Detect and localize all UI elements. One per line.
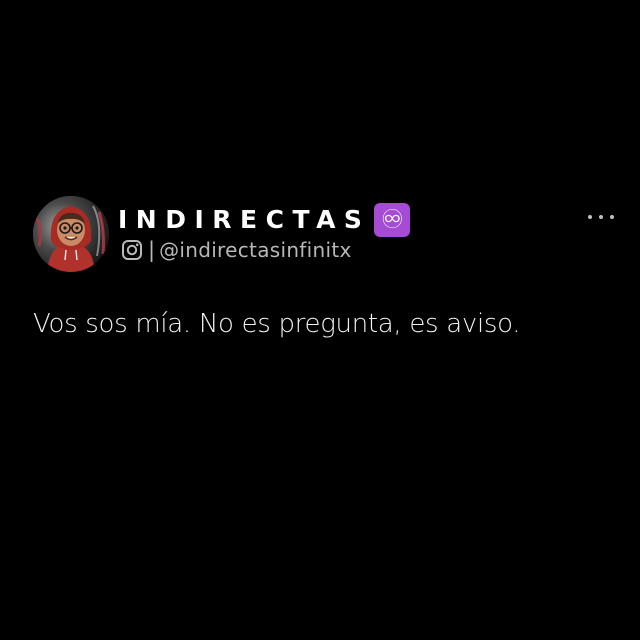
infinity-badge-icon: ♾ — [374, 203, 411, 237]
username-handle[interactable]: @indirectasinfinitx — [159, 237, 352, 263]
more-options-icon — [588, 215, 592, 219]
cartoon-avatar-icon — [33, 196, 109, 272]
display-name[interactable]: INDIRECTAS — [118, 203, 370, 237]
post-card: INDIRECTAS ♾ | @indirectasinfinitx Vos s… — [0, 0, 640, 640]
instagram-icon — [121, 239, 143, 261]
avatar[interactable] — [33, 196, 109, 272]
display-name-row: INDIRECTAS ♾ — [118, 203, 411, 237]
handle-row: | @indirectasinfinitx — [121, 237, 352, 263]
more-options-icon — [599, 215, 603, 219]
more-options-button[interactable] — [588, 208, 614, 226]
more-options-icon — [610, 215, 614, 219]
post-text: Vos sos mía. No es pregunta, es aviso. — [33, 309, 521, 339]
handle-separator: | — [148, 238, 156, 262]
